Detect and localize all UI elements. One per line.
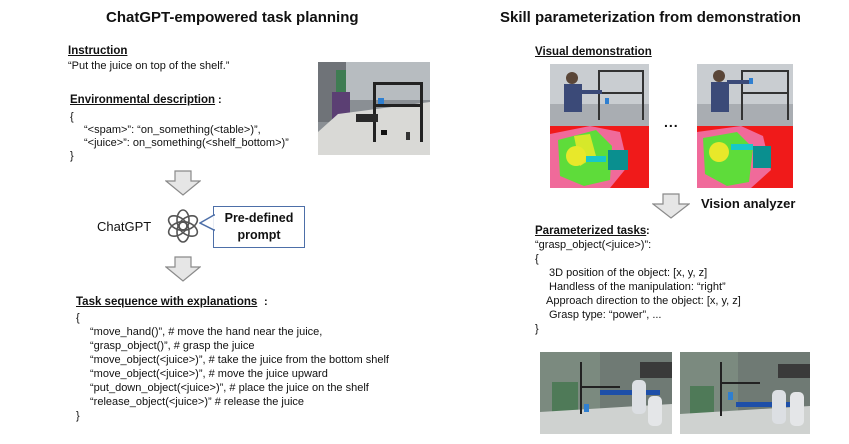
down-arrow-icon	[651, 193, 691, 224]
demo-segmentation-frame-2	[697, 126, 793, 188]
param-line: }	[535, 323, 539, 335]
down-arrow-icon	[164, 170, 202, 201]
predefined-prompt-box: Pre-defined prompt	[213, 206, 305, 248]
param-line: 3D position of the object: [x, y, z]	[549, 267, 708, 279]
callout-pointer	[199, 214, 215, 232]
task-line: “grasp_object()”, # grasp the juice	[90, 340, 255, 352]
env-line: “<spam>”: “on_something(<table>)”,	[84, 124, 261, 136]
task-line: “release_object(<juice>)” # release the …	[90, 396, 305, 408]
environment-photo	[318, 62, 430, 155]
parameterized-tasks-label: Parameterized tasks	[535, 225, 647, 237]
instruction-text: “Put the juice on top of the shelf.”	[68, 60, 230, 72]
chatgpt-label: ChatGPT	[97, 219, 152, 234]
env-description-colon: :	[218, 94, 222, 106]
demo-segmentation-frame-1	[550, 126, 649, 188]
task-sequence-label: Task sequence with explanations	[76, 296, 258, 308]
param-line: Approach direction to the object: [x, y,…	[546, 295, 741, 307]
env-line: “<juice>”: on_something(<shelf_bottom>)”	[84, 137, 289, 149]
parameterized-tasks-colon: :	[646, 225, 650, 237]
instruction-label: Instruction	[68, 45, 128, 57]
right-title: Skill parameterization from demonstratio…	[500, 9, 801, 26]
task-line: “move_hand()”, # move the hand near the …	[90, 326, 323, 338]
task-line: “move_object(<juice>)”, # take the juice…	[90, 354, 389, 366]
task-line: }	[76, 410, 80, 422]
ellipsis-text: ...	[664, 114, 679, 130]
param-line: Grasp type: “power”, ...	[549, 309, 662, 321]
down-arrow-icon	[164, 256, 202, 287]
param-line: {	[535, 253, 539, 265]
prompt-line: Pre-defined	[224, 211, 294, 225]
demo-rgb-frame-1	[550, 64, 649, 126]
visual-demonstration-label: Visual demonstration	[535, 46, 652, 58]
task-line: “move_object(<juice>)”, # move the juice…	[90, 368, 328, 380]
task-line: “put_down_object(<juice>)”, # place the …	[90, 382, 369, 394]
env-line: {	[70, 111, 74, 123]
task-sequence-colon: :	[264, 296, 268, 308]
task-line: {	[76, 312, 80, 324]
env-description-label: Environmental description	[70, 94, 216, 106]
robot-execution-photo-1	[540, 352, 672, 434]
robot-execution-photo-2	[680, 352, 810, 434]
demo-rgb-frame-2	[697, 64, 793, 126]
prompt-line: prompt	[237, 228, 281, 242]
openai-logo-icon	[163, 206, 203, 251]
left-title: ChatGPT-empowered task planning	[106, 9, 359, 26]
vision-analyzer-label: Vision analyzer	[701, 196, 796, 211]
env-line: }	[70, 150, 74, 162]
param-line: Handless of the manipulation: “right”	[549, 281, 726, 293]
instruction-colon: :	[124, 45, 128, 57]
param-line: “grasp_object(<juice>)”:	[535, 239, 652, 251]
